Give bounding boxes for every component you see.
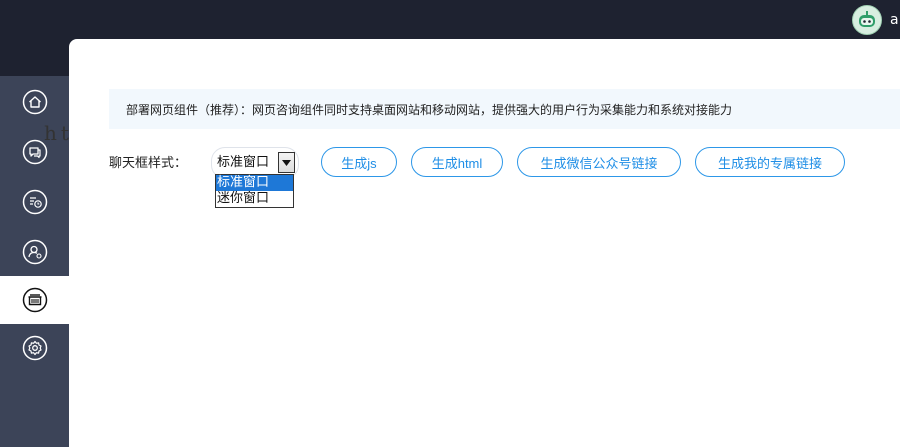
robot-avatar-icon bbox=[859, 11, 875, 27]
avatar[interactable] bbox=[852, 5, 882, 35]
user-settings-icon bbox=[22, 239, 47, 265]
deploy-notice: 部署网页组件（推荐）：网页咨询组件同时支持桌面网站和移动网站，提供强大的用户行为… bbox=[109, 89, 900, 129]
home-icon bbox=[22, 89, 47, 115]
app-root: a 部署网页组件（推荐）：网页咨询组件同时支持桌面网站和移动网站，提供强大的用户… bbox=[0, 0, 900, 447]
generate-wechat-link-button[interactable]: 生成微信公众号链接 bbox=[517, 147, 681, 177]
widget-icon bbox=[22, 287, 47, 313]
generate-html-button[interactable]: 生成html bbox=[411, 147, 503, 177]
chevron-down-icon[interactable] bbox=[278, 152, 295, 173]
generate-personal-link-button[interactable]: 生成我的专属链接 bbox=[695, 147, 845, 177]
sidebar-item-history[interactable] bbox=[0, 178, 69, 226]
deploy-notice-text: 部署网页组件（推荐）：网页咨询组件同时支持桌面网站和移动网站，提供强大的用户行为… bbox=[126, 103, 733, 117]
chat-style-option-mini[interactable]: 迷你窗口 bbox=[216, 191, 293, 207]
main-panel: 部署网页组件（推荐）：网页咨询组件同时支持桌面网站和移动网站，提供强大的用户行为… bbox=[44, 39, 900, 447]
sidebar-item-widget[interactable] bbox=[0, 276, 69, 324]
sidebar-item-home[interactable] bbox=[0, 78, 69, 126]
chat-style-dropdown: 标准窗口 迷你窗口 bbox=[215, 174, 294, 208]
history-icon bbox=[22, 189, 47, 215]
username[interactable]: a bbox=[890, 12, 900, 28]
gear-icon bbox=[22, 335, 47, 361]
chat-style-option-standard[interactable]: 标准窗口 bbox=[216, 175, 293, 191]
overlapping-text: ht bbox=[44, 121, 73, 145]
generate-js-button[interactable]: 生成js bbox=[321, 147, 397, 177]
chat-style-selected-value: 标准窗口 bbox=[217, 155, 270, 170]
chat-style-select[interactable]: 标准窗口 bbox=[217, 152, 295, 173]
chat-style-label: 聊天框样式： bbox=[109, 156, 188, 171]
sidebar-item-settings[interactable] bbox=[0, 324, 69, 372]
user-menu[interactable]: a bbox=[852, 5, 900, 35]
sidebar-item-user-settings[interactable] bbox=[0, 228, 69, 276]
